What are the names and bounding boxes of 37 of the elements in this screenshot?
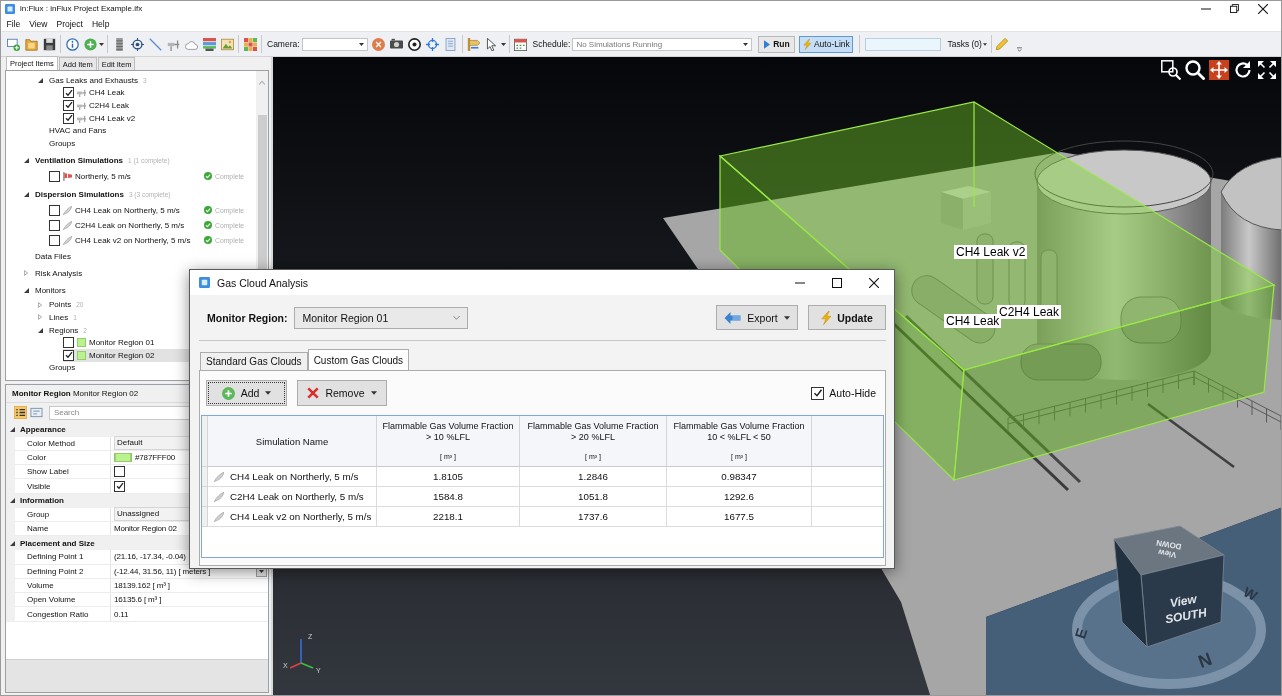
table-cell: 1292.6 xyxy=(667,487,812,507)
compass-letter: N xyxy=(1195,648,1215,672)
property-name: Color xyxy=(27,452,47,462)
table-cell: 1737.6 xyxy=(520,507,667,527)
window-title: in:Flux : inFlux Project Example.ifx xyxy=(20,4,143,13)
table-cell: 1051.8 xyxy=(520,487,667,507)
leak-label: CH4 Leak v2 xyxy=(954,245,1028,259)
property-name: Congestion Ratio xyxy=(27,609,89,619)
category-label: Appearance xyxy=(20,425,66,434)
table-cell: CH4 Leak v2 on Northerly, 5 m/s xyxy=(230,511,372,522)
category-label: Information xyxy=(20,496,64,506)
property-name: Show Label xyxy=(27,467,69,477)
property-name: Color Method xyxy=(27,438,76,448)
property-name: Volume xyxy=(27,581,54,590)
property-name: Visible xyxy=(27,481,51,491)
table-cell: 1677.5 xyxy=(667,507,812,527)
table-cell: 0.98347 xyxy=(667,467,812,487)
leak-label: C2H4 Leak xyxy=(997,305,1062,319)
dialog-title: Gas Cloud Analysis xyxy=(217,276,309,289)
compass-letter: E xyxy=(1071,625,1091,641)
property-name: Defining Point 1 xyxy=(27,552,84,562)
property-name: Group xyxy=(27,509,50,519)
camera-label: Camera: xyxy=(267,39,300,49)
property-name: Name xyxy=(27,524,49,534)
table-cell: 1.2846 xyxy=(520,467,667,487)
schedule-label: Schedule: xyxy=(532,39,571,49)
table-cell: 1584.8 xyxy=(377,487,520,507)
table-cell: 1.8105 xyxy=(377,467,520,487)
category-label: Placement and Size xyxy=(20,538,95,548)
table-cell: C2H4 Leak on Northerly, 5 m/s xyxy=(230,491,364,502)
table-cell: 2218.1 xyxy=(377,507,520,527)
field-label: Monitor Region: xyxy=(207,311,288,324)
table-cell: CH4 Leak on Northerly, 5 m/s xyxy=(230,471,359,482)
property-name: Open Volume xyxy=(27,595,76,605)
leak-label: CH4 Leak xyxy=(944,314,1002,328)
property-name: Defining Point 2 xyxy=(27,566,84,576)
compass-letter: W xyxy=(1240,583,1260,604)
